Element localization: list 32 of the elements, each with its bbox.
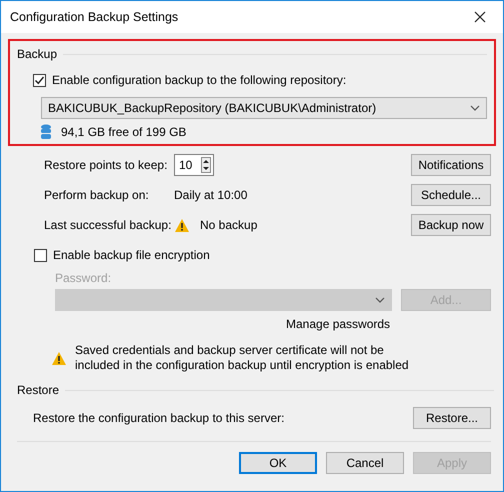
caret-icon bbox=[470, 105, 480, 111]
warning-text: Saved credentials and backup server certificate will not be included in the configuration backup until encryption is enabled bbox=[75, 343, 410, 373]
window-title: Configuration Backup Settings bbox=[10, 8, 180, 26]
field-label: Perform backup on: bbox=[44, 187, 150, 204]
dialog-button[interactable]: Backup now bbox=[411, 214, 491, 236]
dialog-button[interactable]: Schedule... bbox=[411, 184, 491, 206]
database-icon bbox=[41, 124, 51, 140]
section-label: Restore bbox=[17, 382, 60, 399]
warning-icon bbox=[174, 218, 190, 232]
field-label: Password: bbox=[55, 270, 112, 287]
restore-button[interactable]: Restore... bbox=[413, 407, 491, 429]
spinner-field[interactable]: 10 bbox=[174, 154, 214, 176]
caret-icon bbox=[375, 297, 385, 303]
dialog-button[interactable]: Notifications bbox=[411, 154, 491, 176]
checkbox-label: Enable configuration backup to the following repository: bbox=[52, 72, 346, 89]
field-label: Restore points to keep: bbox=[44, 157, 168, 174]
checkbox-label: Enable backup file encryption bbox=[53, 247, 210, 264]
field-value: Daily at 10:00 bbox=[174, 187, 248, 204]
field-label: Restore the configuration backup to this server: bbox=[33, 410, 284, 427]
checkbox[interactable] bbox=[33, 74, 46, 86]
field-label: Last successful backup: bbox=[44, 217, 172, 234]
warning-icon bbox=[51, 350, 67, 366]
repository-dropdown[interactable]: BAKICUBUK_BackupRepository (BAKICUBUK\Administrator) bbox=[41, 97, 487, 119]
field-value: No backup bbox=[200, 217, 258, 234]
checkbox[interactable] bbox=[34, 248, 47, 262]
section-label: Backup bbox=[17, 46, 58, 63]
spinner-arrows-icon bbox=[201, 157, 211, 173]
close-icon bbox=[474, 11, 486, 23]
manage-passwords-link[interactable]: Manage passwords bbox=[286, 315, 390, 333]
dialog-button[interactable]: Cancel bbox=[326, 452, 404, 474]
storage-text: 94,1 GB free of 199 GB bbox=[61, 124, 186, 141]
dialog-button[interactable]: OK bbox=[239, 452, 317, 474]
